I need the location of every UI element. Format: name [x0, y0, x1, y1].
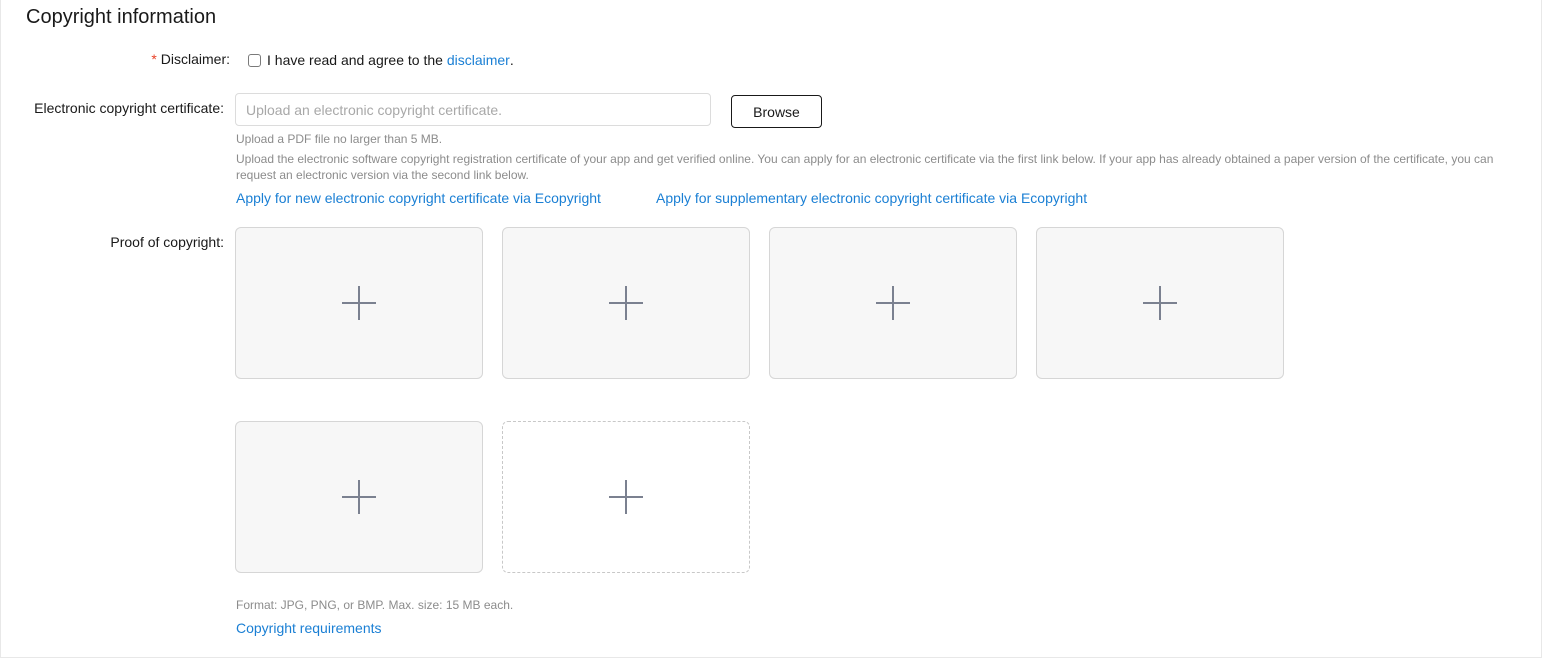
certificate-input[interactable] — [235, 93, 711, 126]
required-mark: * — [151, 51, 157, 67]
certificate-label: Electronic copyright certificate: — [34, 100, 224, 116]
apply-supplementary-certificate-link[interactable]: Apply for supplementary electronic copyr… — [656, 188, 1087, 208]
disclaimer-label-wrap: * Disclaimer: — [100, 49, 230, 69]
proof-format-hint: Format: JPG, PNG, or BMP. Max. size: 15 … — [236, 598, 514, 612]
disclaimer-text: I have read and agree to the — [267, 52, 447, 68]
proof-upload-slot[interactable] — [502, 227, 750, 379]
plus-icon — [609, 286, 643, 320]
disclaimer-suffix: . — [509, 52, 514, 68]
copyright-requirements-link[interactable]: Copyright requirements — [236, 618, 382, 638]
proof-add-upload-slot[interactable] — [502, 421, 750, 573]
disclaimer-row: I have read and agree to the disclaimer. — [248, 50, 514, 70]
proof-label: Proof of copyright: — [110, 234, 224, 250]
apply-new-certificate-link[interactable]: Apply for new electronic copyright certi… — [236, 188, 601, 208]
section-title: Copyright information — [26, 6, 217, 28]
proof-upload-slot[interactable] — [1036, 227, 1284, 379]
proof-upload-slot[interactable] — [235, 227, 483, 379]
plus-icon — [609, 480, 643, 514]
disclaimer-link[interactable]: disclaimer — [447, 50, 510, 70]
proof-upload-slot[interactable] — [769, 227, 1017, 379]
proof-upload-slot[interactable] — [235, 421, 483, 573]
browse-button[interactable]: Browse — [731, 95, 822, 128]
plus-icon — [342, 286, 376, 320]
disclaimer-checkbox[interactable] — [248, 53, 261, 67]
certificate-description-hint: Upload the electronic software copyright… — [236, 152, 1494, 182]
plus-icon — [342, 480, 376, 514]
certificate-size-hint: Upload a PDF file no larger than 5 MB. — [236, 132, 443, 146]
plus-icon — [876, 286, 910, 320]
plus-icon — [1143, 286, 1177, 320]
disclaimer-label: Disclaimer: — [160, 51, 230, 67]
